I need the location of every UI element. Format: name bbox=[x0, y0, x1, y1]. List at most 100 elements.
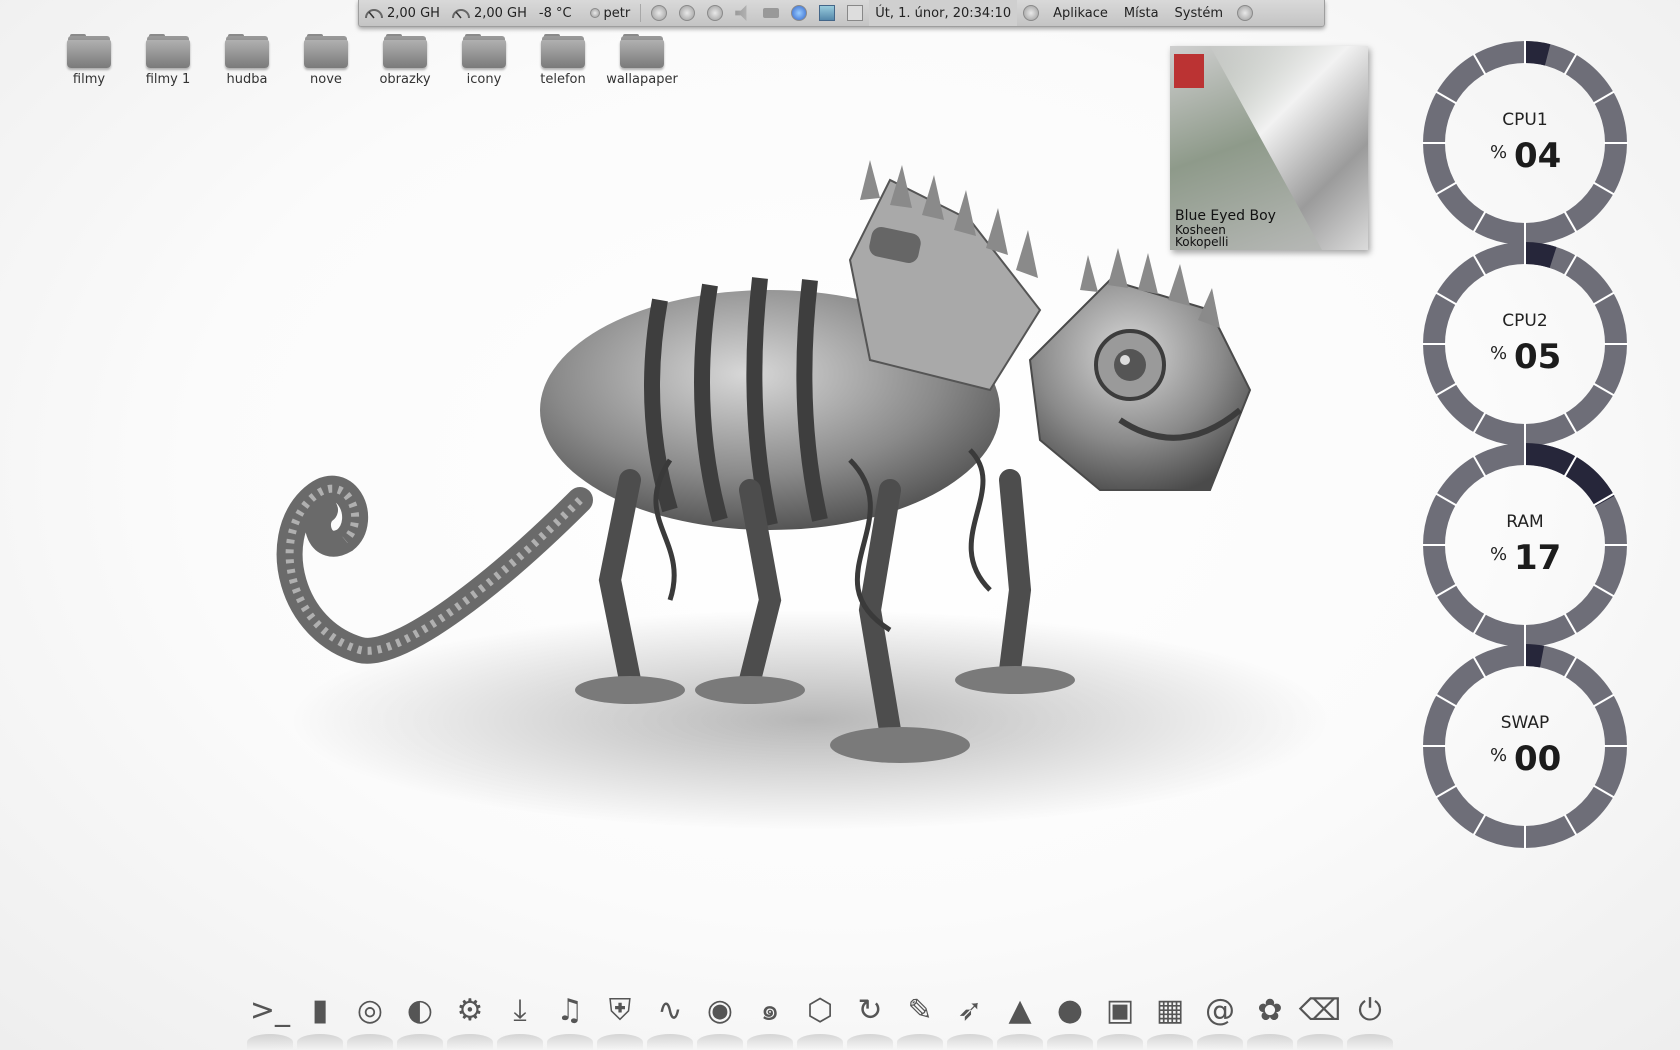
dock-glyph: ✿ bbox=[1257, 993, 1283, 1028]
dock-reflection bbox=[647, 1034, 693, 1050]
email-icon[interactable]: @ bbox=[1197, 988, 1243, 1050]
folder-icon bbox=[619, 34, 665, 68]
dock-reflection bbox=[797, 1034, 843, 1050]
dock-reflection bbox=[747, 1034, 793, 1050]
dock-reflection bbox=[897, 1034, 943, 1050]
dock-glyph: ⏻ bbox=[1358, 993, 1382, 1028]
clock[interactable]: Út, 1. únor, 20:34:10 bbox=[869, 0, 1018, 26]
user-name: petr bbox=[603, 5, 631, 21]
folder-icon bbox=[66, 34, 112, 68]
network-icon[interactable] bbox=[651, 5, 668, 21]
song-title: Blue Eyed Boy bbox=[1175, 208, 1276, 224]
pencil-icon[interactable]: ✎ bbox=[897, 988, 943, 1050]
dock-reflection bbox=[597, 1034, 643, 1050]
user-avatar-icon[interactable] bbox=[1023, 5, 1040, 21]
monitor-value: 05 bbox=[1514, 337, 1562, 377]
monitor-ring-cpu2: CPU2% 05 bbox=[1420, 239, 1630, 449]
desktop-folder[interactable]: filmy 1 bbox=[129, 34, 207, 87]
dock-reflection bbox=[347, 1034, 393, 1050]
dock-reflection bbox=[1147, 1034, 1193, 1050]
dock-reflection bbox=[1297, 1034, 1343, 1050]
swirl-icon[interactable]: ๑ bbox=[747, 988, 793, 1050]
firefox-icon[interactable]: ◐ bbox=[397, 988, 443, 1050]
windows-icon[interactable] bbox=[847, 5, 864, 21]
chrome-icon[interactable]: ◎ bbox=[347, 988, 393, 1050]
dock-reflection bbox=[247, 1034, 293, 1050]
percent-sign: % bbox=[1490, 544, 1508, 565]
dock-glyph: ♫ bbox=[556, 993, 584, 1028]
weather-applet[interactable]: -8 °C bbox=[539, 6, 572, 21]
dock-glyph: ⤓ bbox=[513, 993, 527, 1028]
cpu-freq-applet-2[interactable]: 2,00 GH bbox=[451, 6, 527, 21]
dock-glyph: >_ bbox=[249, 993, 291, 1028]
dock-reflection bbox=[1247, 1034, 1293, 1050]
menu-applications[interactable]: Aplikace bbox=[1053, 6, 1108, 21]
refresh-icon[interactable]: ↻ bbox=[847, 988, 893, 1050]
folder-icon bbox=[461, 34, 507, 68]
bluetooth-icon[interactable] bbox=[707, 5, 724, 21]
download-icon[interactable]: ⤓ bbox=[497, 988, 543, 1050]
desktop-folder-label: obrazky bbox=[379, 72, 431, 87]
clock-label: Út, 1. únor, 20:34:10 bbox=[875, 5, 1012, 21]
browser-globe-icon[interactable]: ● bbox=[1047, 988, 1093, 1050]
gauge-icon bbox=[451, 9, 470, 19]
album-name: Kokopelli bbox=[1175, 235, 1229, 249]
now-playing-widget[interactable]: Blue Eyed Boy Kosheen Kokopelli bbox=[1170, 46, 1368, 250]
power-icon[interactable]: ⏻ bbox=[1347, 988, 1393, 1050]
now-playing-text: Blue Eyed Boy Kosheen Kokopelli bbox=[1175, 208, 1276, 249]
dock-glyph: ✎ bbox=[907, 993, 933, 1028]
display-icon[interactable] bbox=[819, 5, 836, 21]
dock-reflection bbox=[697, 1034, 743, 1050]
window-switcher-icon[interactable]: ▣ bbox=[1097, 988, 1143, 1050]
dock: >_ ▮ ◎ ◐ ⚙ ⤓ ♫ ⛨ ∿ ◉ ๑ ⬡ ↻ ✎ ➶ ▲ ● ▣ ▦ @ ✿ ⌫ ⏻ bbox=[245, 988, 1395, 1050]
menu-system[interactable]: Systém bbox=[1175, 6, 1223, 21]
media-icon[interactable]: ◉ bbox=[697, 988, 743, 1050]
folder-icon bbox=[303, 34, 349, 68]
desktop-folder[interactable]: telefon bbox=[524, 34, 602, 87]
folder-icon bbox=[145, 34, 191, 68]
dock-glyph: ▮ bbox=[311, 993, 329, 1028]
file-manager-icon[interactable]: ▮ bbox=[297, 988, 343, 1050]
monitor-ring-cpu1: CPU1% 04 bbox=[1420, 38, 1630, 248]
percent-sign: % bbox=[1490, 343, 1508, 364]
help-icon[interactable] bbox=[1237, 5, 1254, 21]
gnome-foot-icon[interactable]: ✿ bbox=[1247, 988, 1293, 1050]
cpu-freq-1-label: 2,00 GH bbox=[387, 5, 440, 21]
desktop-folder[interactable]: wallapaper bbox=[603, 34, 681, 87]
top-panel: 2,00 GH 2,00 GH -8 °C petr Út, 1. únor, … bbox=[358, 0, 1325, 27]
desktop-folder[interactable]: hudba bbox=[208, 34, 286, 87]
monitor-ring-swap: SWAP% 00 bbox=[1420, 641, 1630, 851]
monitor-label: CPU2 bbox=[1502, 311, 1548, 331]
desktop-folder[interactable]: nove bbox=[287, 34, 365, 87]
music-player-icon[interactable]: ♫ bbox=[547, 988, 593, 1050]
cone-icon[interactable]: ▲ bbox=[997, 988, 1043, 1050]
dock-reflection bbox=[1347, 1034, 1393, 1050]
folder-icon bbox=[382, 34, 428, 68]
desktop-folder[interactable]: icony bbox=[445, 34, 523, 87]
shield-icon[interactable]: ⛨ bbox=[597, 988, 643, 1050]
status-dot-icon bbox=[589, 8, 600, 18]
separator bbox=[640, 4, 642, 22]
desktop-folder[interactable]: filmy bbox=[50, 34, 128, 87]
volume-icon[interactable] bbox=[735, 5, 747, 21]
dock-reflection bbox=[997, 1034, 1043, 1050]
desktop-folder-label: nove bbox=[310, 72, 342, 87]
cursor-icon[interactable]: ➶ bbox=[947, 988, 993, 1050]
dock-reflection bbox=[447, 1034, 493, 1050]
terminal-icon[interactable]: >_ bbox=[247, 988, 293, 1050]
dock-glyph: ➶ bbox=[957, 993, 983, 1028]
update-icon[interactable] bbox=[791, 5, 808, 21]
user-switcher[interactable]: petr bbox=[584, 5, 631, 21]
cube-icon[interactable]: ⬡ bbox=[797, 988, 843, 1050]
headphones-icon[interactable] bbox=[679, 5, 696, 21]
menu-places[interactable]: Místa bbox=[1124, 6, 1159, 21]
desktop-folder[interactable]: obrazky bbox=[366, 34, 444, 87]
settings-gear-icon[interactable]: ⚙ bbox=[447, 988, 493, 1050]
system-monitor-icon[interactable]: ∿ bbox=[647, 988, 693, 1050]
percent-sign: % bbox=[1490, 142, 1508, 163]
cpu-freq-applet-1[interactable]: 2,00 GH bbox=[365, 6, 440, 21]
dock-glyph: ▣ bbox=[1105, 993, 1135, 1028]
keyboard-icon[interactable] bbox=[763, 8, 780, 18]
workspace-switcher-icon[interactable]: ▦ bbox=[1147, 988, 1193, 1050]
trash-icon[interactable]: ⌫ bbox=[1297, 988, 1343, 1050]
